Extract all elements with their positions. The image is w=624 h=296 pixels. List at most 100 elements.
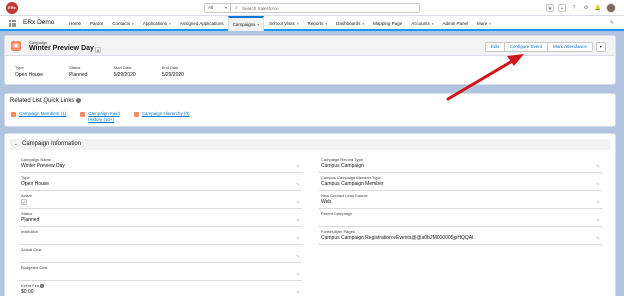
section-header-campaign-information[interactable]: ⌄ Campaign Information xyxy=(10,139,610,150)
highlight-field-type: Type Open House xyxy=(15,65,44,78)
org-logo[interactable]: ERx xyxy=(6,2,18,14)
detail-column-right: Campaign Record Type Campus Campaign ✎ C… xyxy=(319,156,602,246)
field-campus-campaign-member-type: Campus Campaign Member Type Campus Campa… xyxy=(319,174,602,191)
field-parent-campaign: Parent Campaign ✎ xyxy=(319,210,602,227)
nav-item-more[interactable]: More ▾ xyxy=(472,16,495,31)
chevron-down-icon[interactable]: ⌄ xyxy=(14,141,18,147)
nav-item-contacts[interactable]: Contacts ▾ xyxy=(107,16,138,31)
chevron-down-icon[interactable]: ▾ xyxy=(297,22,299,26)
search-icon: ⌕ xyxy=(235,5,238,11)
field-campaign-name: Campaign Name Winter Preview Day ✎ xyxy=(19,156,302,173)
nav-item-school-visits[interactable]: School Visits ▾ xyxy=(264,16,302,31)
detail-column-left: Campaign Name Winter Preview Day ✎ Type … xyxy=(19,156,302,296)
app-name: ERx Demo xyxy=(23,19,55,26)
record-detail-card: ⌄ Campaign Information Campaign Name Win… xyxy=(4,133,616,296)
edit-pencil-icon[interactable]: ✎ xyxy=(596,236,600,242)
chevron-down-icon[interactable]: ▾ xyxy=(489,22,491,26)
chevron-down-icon[interactable]: ▾ xyxy=(325,22,327,26)
record-action-buttons: Edit Configure Event Mark Attendance ▾ xyxy=(485,42,606,52)
nav-item-label: Accounts xyxy=(411,21,430,26)
nav-item-accounts[interactable]: Accounts ▾ xyxy=(406,16,437,31)
search-scope-label: All xyxy=(208,5,214,10)
nav-item-label: Home xyxy=(69,21,82,26)
user-avatar[interactable] xyxy=(606,3,616,13)
edit-pencil-icon[interactable]: ✎ xyxy=(296,290,300,296)
edit-pencil-icon[interactable]: ✎ xyxy=(296,200,300,206)
campaign-hierarchy-icon xyxy=(133,111,139,117)
search-scope-select[interactable]: All ▾ xyxy=(205,4,231,12)
more-actions-chevron-icon[interactable]: ▾ xyxy=(595,42,606,52)
app-launcher-icon[interactable] xyxy=(9,20,16,27)
edit-pencil-icon[interactable]: ✎ xyxy=(596,164,600,170)
edit-pencil-icon[interactable]: ✎ xyxy=(296,182,300,188)
edit-pencil-icon[interactable]: ✎ xyxy=(296,164,300,170)
nav-item-label: Applications xyxy=(142,21,168,26)
nav-item-mapping-page[interactable]: Mapping Page xyxy=(368,16,406,31)
edit-nav-pencil-icon[interactable]: ✎ xyxy=(610,20,614,26)
edit-pencil-icon[interactable]: ✎ xyxy=(296,218,300,224)
active-checkbox[interactable]: ✓ xyxy=(21,199,27,205)
quick-links-list: Campaign Members (1) Campaign Field Hist… xyxy=(11,111,204,122)
nav-item-reports[interactable]: Reports ▾ xyxy=(303,16,332,31)
field-type: Type Open House ✎ xyxy=(19,174,302,191)
record-highlights-panel: ▣ Campaign Winter Preview Day A Edit Con… xyxy=(4,35,616,85)
nav-item-label: Dashboards xyxy=(336,21,361,26)
chevron-down-icon: ▾ xyxy=(224,5,227,10)
highlight-fields: Type Open House Status Planned Start Dat… xyxy=(15,65,210,78)
global-search: All ▾ ⌕ xyxy=(204,3,420,13)
edit-pencil-icon[interactable]: ✎ xyxy=(296,272,300,278)
section-title: Campaign Information xyxy=(22,141,82,147)
nav-item-applications[interactable]: Applications ▾ xyxy=(138,16,175,31)
campaign-members-icon xyxy=(11,111,16,117)
add-icon[interactable]: + xyxy=(558,4,566,12)
field-new-contact-lead-source: New Contact Lead Source Web ✎ xyxy=(319,192,602,209)
global-header: ERx All ▾ ⌕ ★ + ? ⚙ 🔔 xyxy=(0,0,624,16)
field-institution: Institution ✎ xyxy=(19,228,302,245)
help-icon[interactable]: ? xyxy=(570,4,578,12)
edit-button[interactable]: Edit xyxy=(485,42,505,52)
highlight-field-status: Status Planned xyxy=(69,65,88,78)
follow-indicator[interactable]: A xyxy=(95,47,101,53)
favorites-icon[interactable]: ★ xyxy=(546,4,554,12)
nav-item-label: Campaigns xyxy=(232,22,256,27)
nav-item-campaigns[interactable]: Campaigns ▾ xyxy=(227,16,265,31)
chevron-down-icon[interactable]: ▾ xyxy=(257,23,259,27)
nav-items: Home Pardot Contacts ▾ Applications ▾ Assigned… xyxy=(64,16,495,31)
campaign-object-icon: ▣ xyxy=(11,41,21,51)
chevron-down-icon[interactable]: ▾ xyxy=(169,22,171,26)
edit-pencil-icon[interactable]: ✎ xyxy=(296,254,300,260)
nav-item-assigned-applications[interactable]: Assigned Applications xyxy=(175,16,228,31)
info-icon[interactable]: i xyxy=(40,283,45,288)
field-actual-cost: Actual Cost ✎ xyxy=(19,246,302,263)
highlight-field-end-date: End Date 5/29/2020 xyxy=(161,65,184,78)
field-history-icon xyxy=(80,111,86,117)
related-list-quick-links: Related List Quick Links i Campaign Membe… xyxy=(4,93,616,127)
edit-pencil-icon[interactable]: ✎ xyxy=(296,236,300,242)
edit-pencil-icon[interactable]: ✎ xyxy=(596,218,600,224)
nav-item-label: School Visits xyxy=(269,21,295,26)
info-icon[interactable]: i xyxy=(76,98,82,103)
mark-attendance-button[interactable]: Mark Attendance xyxy=(547,42,593,52)
quick-link-campaign-hierarchy[interactable]: Campaign Hierarchy (0) xyxy=(133,111,190,122)
nav-item-label: More xyxy=(477,21,488,26)
setup-gear-icon[interactable]: ⚙ xyxy=(582,4,590,12)
nav-item-label: Admin Panel xyxy=(442,21,468,26)
field-formbuilder-pages: Formbuilder Pages Campus Campaign Regist… xyxy=(319,228,602,245)
chevron-down-icon[interactable]: ▾ xyxy=(132,22,134,26)
configure-event-button[interactable]: Configure Event xyxy=(503,42,549,52)
nav-item-admin-panel[interactable]: Admin Panel xyxy=(437,16,472,31)
search-input[interactable] xyxy=(242,4,412,12)
quick-link-field-history[interactable]: Campaign Field History (10+) xyxy=(80,111,120,122)
edit-pencil-icon[interactable]: ✎ xyxy=(596,200,600,206)
nav-item-home[interactable]: Home xyxy=(64,16,85,31)
chevron-down-icon[interactable]: ▾ xyxy=(362,22,364,26)
quick-link-campaign-members[interactable]: Campaign Members (1) xyxy=(11,111,66,122)
field-event-fee: Event Fee i $0.00 ✎ xyxy=(19,282,302,296)
edit-pencil-icon[interactable]: ✎ xyxy=(596,182,600,188)
notifications-bell-icon[interactable]: 🔔 xyxy=(594,4,602,12)
nav-item-label: Contacts xyxy=(112,21,131,26)
nav-item-dashboards[interactable]: Dashboards ▾ xyxy=(331,16,368,31)
nav-item-pardot[interactable]: Pardot xyxy=(85,16,107,31)
field-active: Active ✓ ✎ xyxy=(19,192,302,209)
chevron-down-icon[interactable]: ▾ xyxy=(432,22,434,26)
